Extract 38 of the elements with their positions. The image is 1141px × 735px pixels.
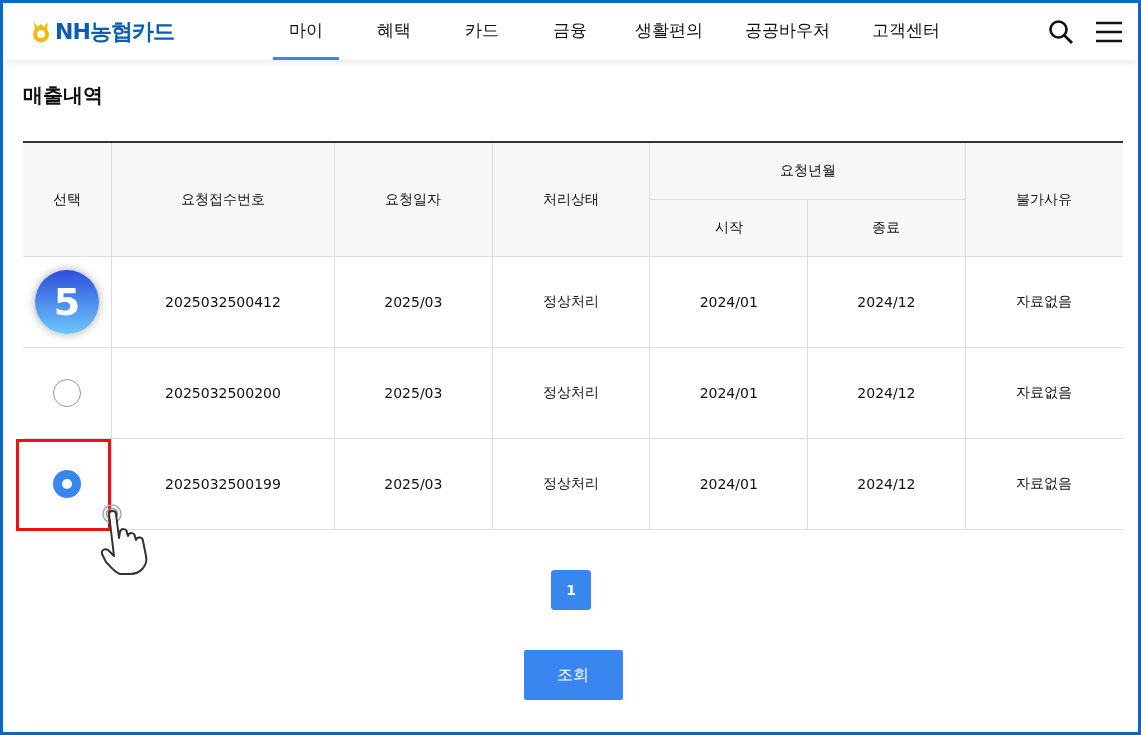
- column-header: 불가사유: [965, 142, 1123, 257]
- column-header: 처리상태: [492, 142, 650, 257]
- table-cell: 2024/12: [807, 256, 966, 348]
- table-cell: 2025/03: [334, 438, 493, 530]
- table-cell: 2024/01: [649, 256, 808, 348]
- page-title: 매출내역: [23, 82, 104, 109]
- table-cell: 정상처리: [492, 438, 650, 530]
- table-cell: 정상처리: [492, 256, 650, 348]
- table-cell: 2025032500200: [111, 347, 335, 439]
- nav-tab[interactable]: 혜택: [361, 3, 427, 60]
- nav-tab[interactable]: 공공바우처: [735, 3, 840, 60]
- column-header: 종료: [807, 199, 966, 257]
- table-cell: 2025/03: [334, 347, 493, 439]
- page-button[interactable]: 1: [551, 570, 591, 610]
- nav-tab[interactable]: 마이: [273, 3, 339, 60]
- column-header: 요청년월: [649, 142, 966, 200]
- table-cell: 2024/12: [807, 438, 966, 530]
- column-header: 시작: [649, 199, 808, 257]
- menu-icon[interactable]: [1096, 20, 1122, 43]
- nav-tab[interactable]: 생활편의: [625, 3, 713, 60]
- search-button[interactable]: 조회: [523, 650, 623, 700]
- table-cell: 2025032500412: [111, 256, 335, 348]
- radio-button[interactable]: [53, 470, 81, 498]
- column-header: 요청접수번호: [111, 142, 335, 257]
- column-header: 요청일자: [334, 142, 493, 257]
- table-cell: 2025/03: [334, 256, 493, 348]
- logo-icon: [31, 20, 51, 43]
- step-badge: 5: [35, 270, 99, 334]
- nav-tab[interactable]: 고객센터: [862, 3, 950, 60]
- search-icon[interactable]: [1048, 18, 1074, 45]
- logo-text[interactable]: NH농협카드: [55, 16, 174, 47]
- table-cell: 정상처리: [492, 347, 650, 439]
- table-cell: 2024/01: [649, 347, 808, 439]
- nav-tab[interactable]: 카드: [449, 3, 515, 60]
- column-header: 선택: [23, 142, 112, 257]
- nav-tab[interactable]: 금융: [537, 3, 603, 60]
- table-cell: 2024/12: [807, 347, 966, 439]
- table-cell: 2024/01: [649, 438, 808, 530]
